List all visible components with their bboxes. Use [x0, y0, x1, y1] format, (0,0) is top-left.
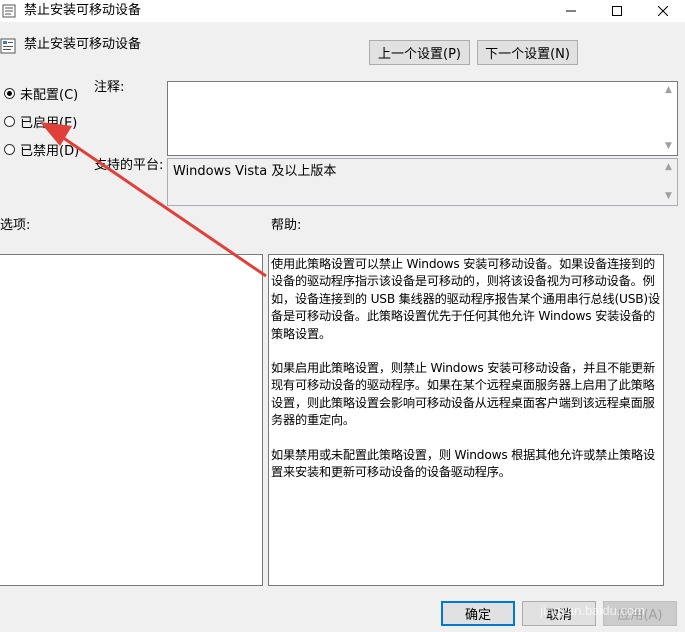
- annotation-arrow-head: [40, 122, 72, 146]
- annotation-arrow: [40, 122, 267, 278]
- annotation-arrow-line: [61, 135, 267, 278]
